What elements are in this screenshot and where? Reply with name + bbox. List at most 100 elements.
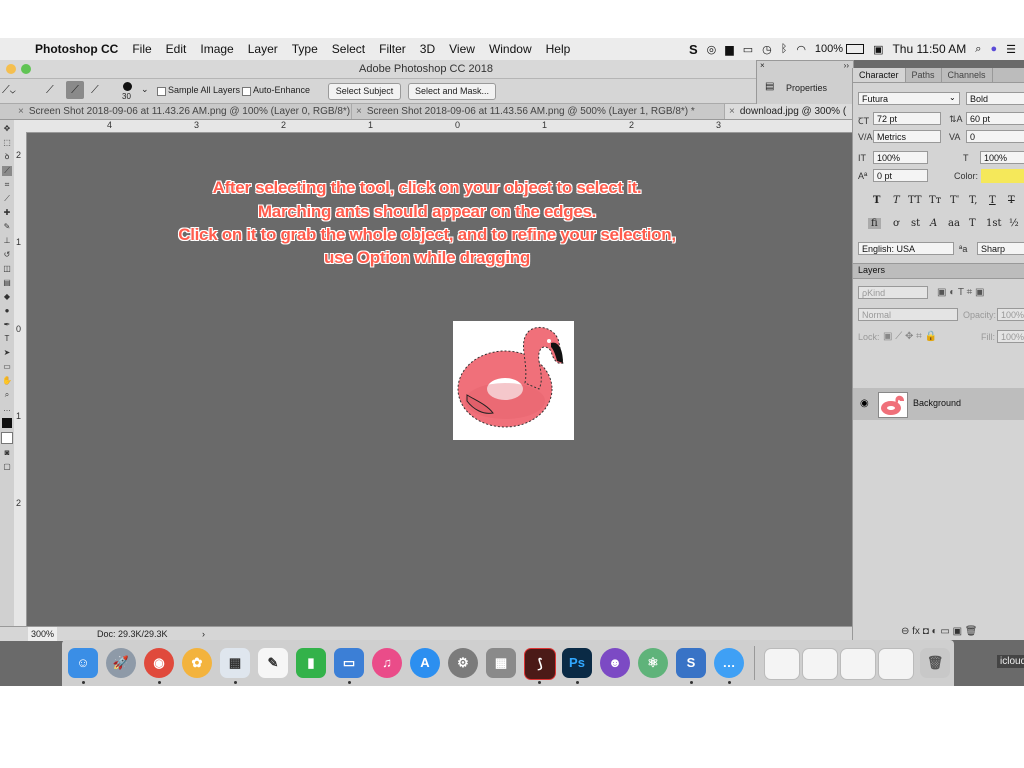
keynote-icon[interactable]: ▭: [334, 648, 364, 678]
subscript-icon[interactable]: T,: [969, 195, 977, 206]
type-tool-icon[interactable]: T: [2, 334, 12, 344]
dropbox-icon[interactable]: ▆: [725, 43, 733, 56]
menu-3d[interactable]: 3D: [420, 42, 435, 56]
siri-icon[interactable]: ●: [990, 43, 997, 55]
minimized-window-1[interactable]: [764, 648, 800, 680]
tab-paths[interactable]: Paths: [906, 68, 942, 82]
bluetooth-icon[interactable]: ᛒ: [781, 43, 788, 55]
menu-edit[interactable]: Edit: [166, 42, 187, 56]
kerning-select[interactable]: Metrics: [873, 130, 941, 143]
close-panel-icon[interactable]: ×: [760, 61, 765, 70]
leading-field[interactable]: 60 pt: [966, 112, 1024, 125]
pen-tool-icon[interactable]: ✒: [2, 320, 12, 330]
layer-footer-icons[interactable]: ⊖ fx ◘ ◐ ▭ ▣ 🗑: [901, 626, 978, 637]
menu-type[interactable]: Type: [292, 42, 318, 56]
faux-bold-icon[interactable]: T: [873, 195, 880, 206]
menu-view[interactable]: View: [449, 42, 475, 56]
numbers-icon[interactable]: ▮: [296, 648, 326, 678]
opacity-field[interactable]: 100%: [997, 308, 1024, 321]
photos-icon[interactable]: ✿: [182, 648, 212, 678]
shape-tool-icon[interactable]: ▭: [2, 362, 12, 372]
display-icon[interactable]: ▣: [873, 43, 883, 56]
close-window-icon[interactable]: [6, 64, 16, 74]
ordinals-icon[interactable]: 1st: [986, 218, 1002, 229]
sample-all-layers-checkbox[interactable]: [157, 87, 166, 96]
tracking-select[interactable]: 0: [966, 130, 1024, 143]
textedit-icon[interactable]: ✎: [258, 648, 288, 678]
finder-icon[interactable]: ☺: [68, 648, 98, 678]
brush-size[interactable]: 30: [122, 92, 131, 101]
acrobat-icon[interactable]: ⟆: [524, 648, 556, 680]
zoom-tool-icon[interactable]: ⌕: [2, 390, 12, 400]
system-preferences-icon[interactable]: ⚙: [448, 648, 478, 678]
trash-icon[interactable]: 🗑: [920, 648, 950, 678]
notification-center-icon[interactable]: ☰: [1006, 43, 1016, 56]
zoom-level[interactable]: 300%: [28, 627, 58, 641]
time-machine-icon[interactable]: ◷: [762, 43, 772, 56]
menu-file[interactable]: File: [132, 42, 151, 56]
atom-icon[interactable]: ⚛: [638, 648, 668, 678]
auto-enhance-checkbox[interactable]: [242, 87, 251, 96]
fill-field[interactable]: 100%: [997, 330, 1024, 343]
app-store-icon[interactable]: A: [410, 648, 440, 678]
hand-tool-icon[interactable]: ✋: [2, 376, 12, 386]
stylistic-alternates-icon[interactable]: aa: [948, 218, 960, 229]
battery-icon[interactable]: [846, 44, 865, 54]
blur-tool-icon[interactable]: ◆: [2, 292, 12, 302]
snagit-icon[interactable]: S: [676, 648, 706, 678]
font-size-field[interactable]: 72 pt: [873, 112, 941, 125]
stamp-tool-icon[interactable]: ⊥: [2, 236, 12, 246]
tab-channels[interactable]: Channels: [942, 68, 993, 82]
eyedropper-tool-icon[interactable]: ⟋: [2, 194, 12, 204]
fractions-icon[interactable]: ½: [1009, 218, 1019, 229]
dodge-tool-icon[interactable]: ●: [2, 306, 12, 316]
flamingo-image[interactable]: [453, 321, 574, 440]
itunes-icon[interactable]: ♫: [372, 648, 402, 678]
properties-label[interactable]: Properties: [786, 83, 827, 93]
layer-row-background[interactable]: ◉ Background: [853, 388, 1024, 420]
subtract-selection-icon[interactable]: ⟋: [91, 84, 99, 97]
old-style-icon[interactable]: ơ: [893, 218, 899, 229]
chrome-icon[interactable]: ◉: [144, 648, 174, 678]
minimized-window-3[interactable]: [840, 648, 876, 680]
swash-icon[interactable]: A: [930, 218, 937, 229]
preview-icon[interactable]: ▦: [220, 648, 250, 678]
wifi-icon[interactable]: ◠: [796, 43, 806, 56]
screen-mode-icon[interactable]: ▢: [2, 462, 12, 472]
quick-selection-tool-icon[interactable]: ⟋: [2, 166, 12, 176]
new-selection-icon[interactable]: ⟋: [46, 84, 54, 97]
select-and-mask-button[interactable]: Select and Mask...: [408, 83, 496, 100]
all-caps-icon[interactable]: TT: [908, 195, 922, 206]
github-icon[interactable]: ☻: [600, 648, 630, 678]
language-select[interactable]: English: USA: [858, 242, 954, 255]
baseline-shift-field[interactable]: 0 pt: [873, 169, 928, 182]
spotlight-icon[interactable]: ⌕: [975, 43, 981, 56]
filter-icons[interactable]: ▣ ◐ T ⌗ ▣: [937, 287, 984, 298]
document-canvas[interactable]: After selecting the tool, click on your …: [27, 133, 852, 626]
healing-tool-icon[interactable]: ✚: [2, 208, 12, 218]
lock-icons[interactable]: ▣ ⟋ ✥ ⌗ 🔒: [883, 331, 937, 342]
properties-icon[interactable]: ▤: [765, 81, 774, 92]
more-tools-icon[interactable]: …: [2, 404, 12, 414]
layer-filter-select[interactable]: ρKind: [858, 286, 928, 299]
lasso-tool-icon[interactable]: ꝺ: [2, 152, 12, 162]
vertical-scale-field[interactable]: 100%: [873, 151, 928, 164]
calculator-icon[interactable]: ▦: [486, 648, 516, 678]
tab-doc-3-active[interactable]: × download.jpg @ 300% (: [725, 104, 853, 119]
menu-help[interactable]: Help: [546, 42, 571, 56]
icloud-label[interactable]: icloud: [997, 655, 1024, 668]
app-menu[interactable]: Photoshop CC: [35, 42, 118, 56]
clock[interactable]: Thu 11:50 AM: [892, 42, 966, 56]
tab-character[interactable]: Character: [853, 68, 906, 82]
menu-select[interactable]: Select: [332, 42, 365, 56]
tool-preset-icon[interactable]: ⟋⌄: [2, 84, 16, 97]
brush-tool-icon[interactable]: ✎: [2, 222, 12, 232]
messages-icon[interactable]: …: [714, 648, 744, 678]
close-tab-icon[interactable]: ×: [356, 106, 362, 117]
font-family-select[interactable]: Futura: [858, 92, 960, 105]
minimized-window-2[interactable]: [802, 648, 838, 680]
eraser-tool-icon[interactable]: ◫: [2, 264, 12, 274]
discretionary-ligatures-icon[interactable]: st: [911, 218, 920, 229]
battery-percent[interactable]: 100%: [815, 43, 843, 55]
path-selection-icon[interactable]: ➤: [2, 348, 12, 358]
